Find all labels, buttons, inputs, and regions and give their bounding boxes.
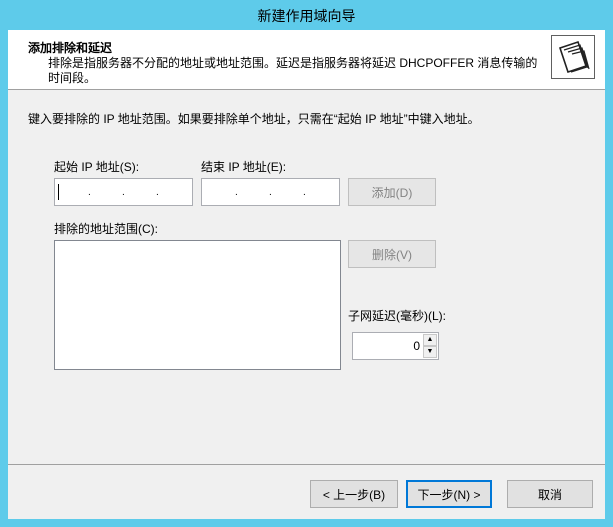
- wizard-folders-icon: [551, 35, 595, 79]
- window-title: 新建作用域向导: [257, 8, 356, 24]
- cancel-button[interactable]: 取消: [507, 480, 593, 508]
- ip-dot: .: [303, 187, 306, 198]
- end-ip-label: 结束 IP 地址(E):: [201, 160, 287, 174]
- back-button[interactable]: < 上一步(B): [310, 480, 398, 508]
- ip-dot: .: [156, 187, 159, 198]
- chevron-up-icon[interactable]: ▲: [423, 334, 437, 346]
- ip-dot: .: [235, 187, 238, 198]
- wizard-header: 添加排除和延迟 排除是指服务器不分配的地址或地址范围。延迟是指服务器将延迟 DH…: [8, 30, 605, 90]
- subnet-delay-value: 0: [413, 339, 420, 353]
- header-title: 添加排除和延迟: [28, 41, 113, 55]
- stepper-arrows: ▲ ▼: [423, 334, 437, 358]
- title-bar: 新建作用域向导: [0, 0, 613, 30]
- excluded-range-list[interactable]: [54, 240, 341, 370]
- footer-divider: [8, 464, 605, 465]
- start-ip-input[interactable]: . . .: [54, 178, 193, 206]
- chevron-down-icon[interactable]: ▼: [423, 346, 437, 358]
- add-button[interactable]: 添加(D): [348, 178, 436, 206]
- subnet-delay-label: 子网延迟(毫秒)(L):: [348, 309, 446, 323]
- wizard-window: 添加排除和延迟 排除是指服务器不分配的地址或地址范围。延迟是指服务器将延迟 DH…: [8, 30, 605, 519]
- remove-button[interactable]: 删除(V): [348, 240, 436, 268]
- instruction-text: 键入要排除的 IP 地址范围。如果要排除单个地址，只需在“起始 IP 地址”中键…: [28, 112, 480, 126]
- ip-dot: .: [269, 187, 272, 198]
- header-description: 排除是指服务器不分配的地址或地址范围。延迟是指服务器将延迟 DHCPOFFER …: [48, 56, 538, 85]
- subnet-delay-stepper[interactable]: 0 ▲ ▼: [352, 332, 439, 360]
- range-list-label: 排除的地址范围(C):: [54, 222, 158, 236]
- end-ip-input[interactable]: . . .: [201, 178, 340, 206]
- ip-dot: .: [88, 187, 91, 198]
- text-caret: [58, 184, 59, 200]
- ip-dot: .: [122, 187, 125, 198]
- next-button[interactable]: 下一步(N) >: [406, 480, 492, 508]
- start-ip-label: 起始 IP 地址(S):: [54, 160, 140, 174]
